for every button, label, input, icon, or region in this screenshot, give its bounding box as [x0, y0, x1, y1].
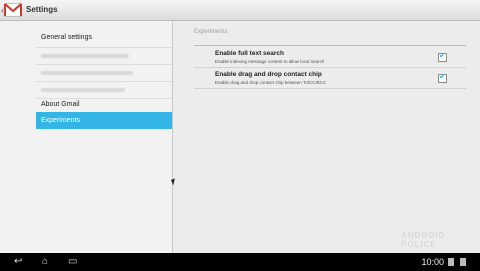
- divider: [36, 47, 172, 48]
- account-row[interactable]: [41, 88, 125, 92]
- accounts-pane: General settings About Gmail Experiments: [0, 21, 173, 253]
- pref-drag-drop-chip[interactable]: Enable drag and drop contact chip Enable…: [194, 68, 466, 88]
- gmail-icon[interactable]: [4, 3, 22, 17]
- section-header: Experiments: [194, 29, 228, 35]
- battery-icon: [460, 258, 466, 266]
- about-gmail-label: About Gmail: [41, 101, 80, 108]
- pref-summary: Enable indexing message content to allow…: [215, 59, 325, 64]
- status-clock: 10:00: [421, 257, 444, 267]
- wifi-icon: [448, 258, 454, 266]
- general-settings-item[interactable]: General settings: [36, 29, 172, 46]
- home-icon[interactable]: ⌂: [42, 256, 48, 268]
- action-bar: ‹ Settings: [0, 0, 480, 21]
- experiments-item[interactable]: Experiments: [36, 112, 172, 129]
- pref-title: Enable drag and drop contact chip: [215, 71, 322, 78]
- about-gmail-item[interactable]: About Gmail: [36, 96, 172, 113]
- pref-title: Enable full text search: [215, 50, 284, 57]
- pref-summary: Enable drag and drop contact chip betwee…: [215, 80, 327, 85]
- drag-drop-chip-checkbox[interactable]: [438, 72, 447, 83]
- divider: [36, 81, 172, 82]
- page-title: Settings: [26, 5, 58, 14]
- back-icon[interactable]: ↩: [14, 256, 22, 268]
- account-row[interactable]: [41, 71, 133, 75]
- recent-apps-icon[interactable]: ▭: [68, 256, 77, 268]
- account-row[interactable]: [41, 54, 129, 58]
- divider: [194, 88, 466, 89]
- experiments-label: Experiments: [41, 117, 80, 124]
- general-settings-label: General settings: [41, 34, 92, 41]
- system-navbar: ↩ ⌂ ▭ 10:00: [0, 253, 480, 271]
- section-divider: [194, 45, 466, 46]
- full-text-search-checkbox[interactable]: [438, 51, 447, 62]
- watermark: ANDROID POLICE: [401, 231, 446, 249]
- preferences-pane: Experiments Enable full text search Enab…: [173, 21, 480, 253]
- divider: [36, 64, 172, 65]
- pref-full-text-search[interactable]: Enable full text search Enable indexing …: [194, 47, 466, 67]
